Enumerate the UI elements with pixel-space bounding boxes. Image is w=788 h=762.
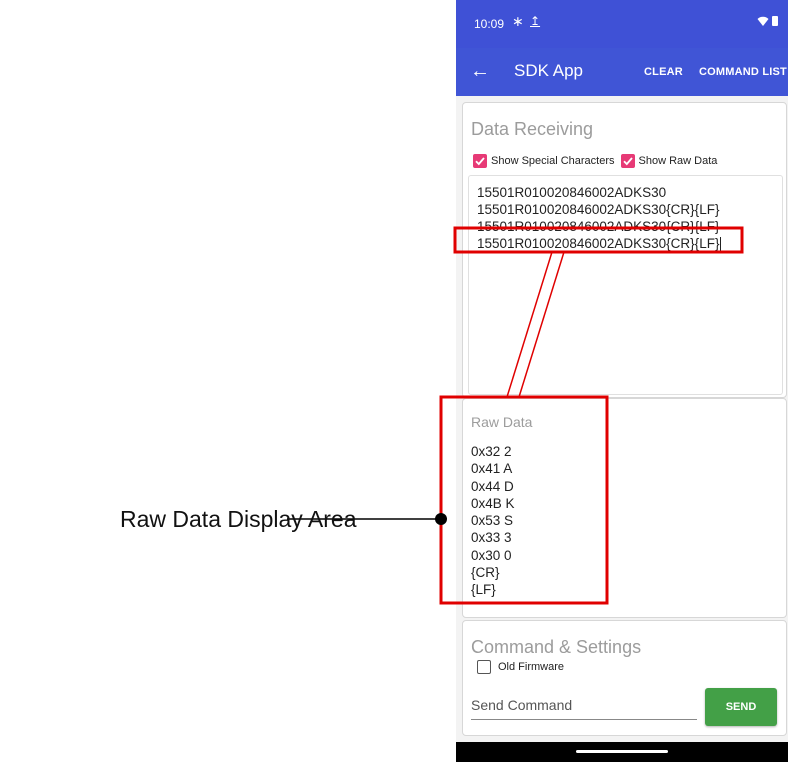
clear-button[interactable]: CLEAR xyxy=(644,66,683,78)
phone-screen: 10:09 ∗ ↥ ← SDK App CLEAR COMMAND LIST D… xyxy=(456,0,788,762)
raw-data-line: 0x41 A xyxy=(471,461,513,477)
received-line: 15501R010020846002ADKS30{CR}{LF} xyxy=(477,202,720,217)
raw-data-line: 0x53 S xyxy=(471,513,514,529)
wifi-icon xyxy=(757,16,769,26)
send-button[interactable]: SEND xyxy=(705,688,777,726)
raw-data-lines: 0x32 2 0x41 A 0x44 D 0x4B K 0x53 S 0x33 … xyxy=(471,443,515,599)
show-special-characters-label: Show Special Characters xyxy=(491,155,615,167)
callout-dot xyxy=(435,513,447,525)
show-raw-data-label: Show Raw Data xyxy=(638,155,718,167)
home-gesture-bar[interactable] xyxy=(576,750,668,753)
raw-data-line: 0x44 D xyxy=(471,478,514,494)
display-options: Show Special Characters Show Raw Data xyxy=(473,154,723,168)
received-data-textarea[interactable]: 15501R010020846002ADKS30 15501R010020846… xyxy=(468,175,783,395)
status-icons xyxy=(757,15,778,27)
command-settings-title: Command & Settings xyxy=(471,637,642,657)
received-lines: 15501R010020846002ADKS30 15501R010020846… xyxy=(477,184,722,252)
command-settings-card: Command & Settings Old Firmware Send Com… xyxy=(462,620,787,736)
status-time: 10:09 xyxy=(474,17,505,31)
old-firmware-checkbox[interactable] xyxy=(477,660,491,674)
raw-data-line: 0x30 0 xyxy=(471,547,512,563)
raw-data-line: {CR} xyxy=(471,565,500,581)
bluetooth-icon: ∗ xyxy=(512,13,524,29)
received-line: 15501R010020846002ADKS30 xyxy=(477,185,667,200)
received-line: 15501R010020846002ADKS30{CR}{LF} xyxy=(477,219,720,234)
raw-data-line: 0x4B K xyxy=(471,495,515,511)
raw-data-line: {LF} xyxy=(471,582,496,598)
received-line-last: 15501R010020846002ADKS30{CR}{LF} xyxy=(477,235,722,252)
upload-icon: ↥ xyxy=(530,14,541,28)
callout-label: Raw Data Display Area xyxy=(120,506,357,532)
send-command-input[interactable]: Send Command xyxy=(471,697,697,720)
old-firmware-label: Old Firmware xyxy=(498,661,565,673)
command-list-button[interactable]: COMMAND LIST xyxy=(699,66,787,78)
check-icon xyxy=(622,157,633,166)
check-icon xyxy=(475,157,485,166)
data-receiving-title: Data Receiving xyxy=(471,119,594,139)
status-bar: 10:09 ∗ ↥ xyxy=(456,0,788,48)
raw-data-title: Raw Data xyxy=(471,414,533,430)
data-receiving-card: Data Receiving Show Special Characters S… xyxy=(462,102,787,398)
battery-icon xyxy=(772,16,778,26)
show-special-characters-checkbox[interactable] xyxy=(473,154,487,168)
text-cursor xyxy=(720,237,722,252)
old-firmware-option[interactable]: Old Firmware xyxy=(477,660,564,674)
app-toolbar: ← SDK App CLEAR COMMAND LIST xyxy=(456,48,788,96)
show-raw-data-checkbox[interactable] xyxy=(620,154,635,168)
raw-data-card: Raw Data 0x32 2 0x41 A 0x44 D 0x4B K 0x5… xyxy=(462,398,787,618)
received-line-text: 15501R010020846002ADKS30{CR}{LF} xyxy=(477,236,720,251)
back-arrow-icon[interactable]: ← xyxy=(470,60,490,83)
app-title: SDK App xyxy=(514,61,583,80)
raw-data-line: 0x32 2 xyxy=(471,444,512,459)
raw-data-line: 0x33 3 xyxy=(471,530,512,546)
navigation-bar xyxy=(456,742,788,762)
